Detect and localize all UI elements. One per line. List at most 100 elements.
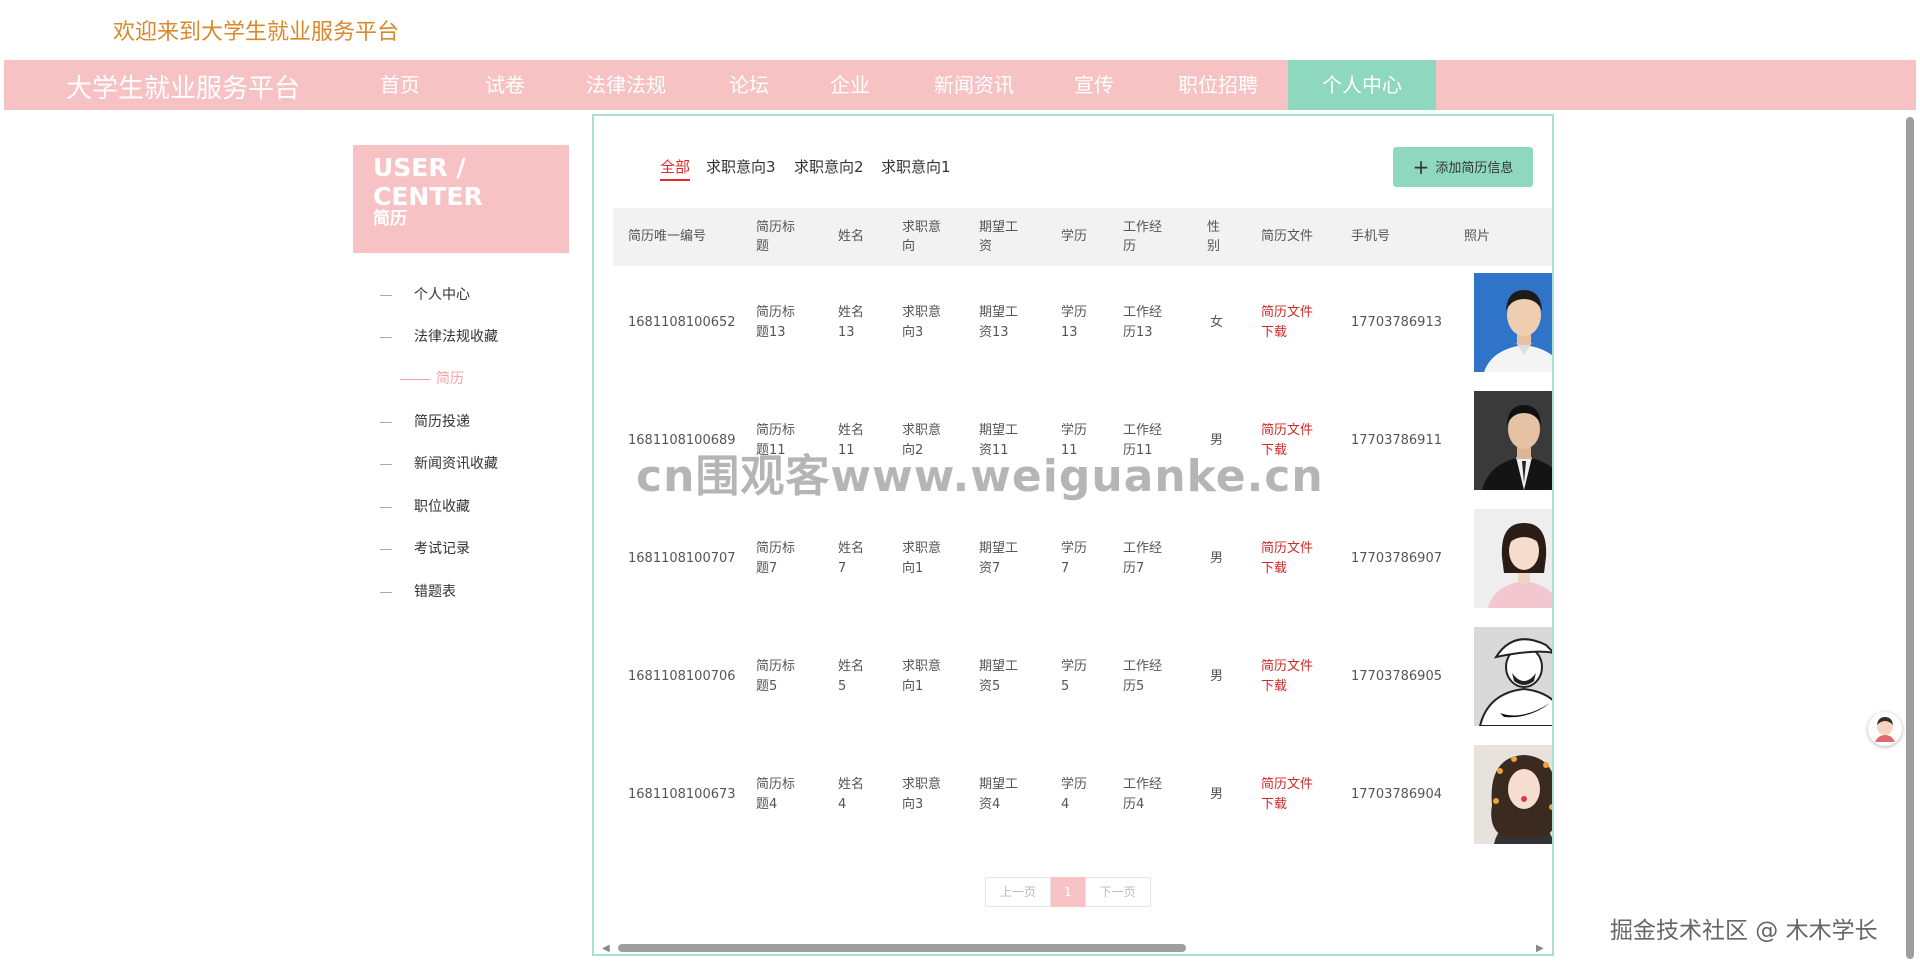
cell-salary: 期望工资13 [979, 305, 1019, 340]
cell-intent: 求职意向1 [902, 541, 942, 576]
cell-title: 简历标题4 [756, 777, 796, 812]
nav-jobs[interactable]: 职位招聘 [1149, 60, 1287, 110]
resume-panel: 全部 求职意向3 求职意向2 求职意向1 + 添加简历信息 简历唯一编号 简历标题… [592, 114, 1554, 956]
next-page-button[interactable]: 下一页 [1084, 877, 1151, 907]
sidebar-item-label: 错题表 [414, 584, 456, 600]
page-1-button[interactable]: 1 [1051, 877, 1085, 907]
vertical-scrollbar[interactable] [1906, 117, 1914, 959]
cell-education: 学历5 [1061, 659, 1088, 694]
cell-phone: 17703786913 [1351, 315, 1442, 330]
sidebar-item-resume[interactable]: 简历 [380, 369, 464, 389]
resume-download-link[interactable]: 简历文件下载 [1261, 303, 1325, 343]
resume-download-link[interactable]: 简历文件下载 [1261, 539, 1325, 579]
dash-icon [400, 378, 430, 380]
cell-name: 姓名7 [838, 541, 865, 576]
dash-icon [380, 548, 392, 550]
col-experience: 工作经历 [1123, 220, 1163, 254]
sidebar-item-user-center[interactable]: 个人中心 [380, 285, 470, 305]
sidebar-item-label: 个人中心 [414, 287, 470, 303]
prev-page-button[interactable]: 上一页 [985, 877, 1052, 907]
cell-salary: 期望工资5 [979, 659, 1019, 694]
nav-law[interactable]: 法律法规 [562, 60, 690, 110]
cell-salary: 期望工资4 [979, 777, 1019, 812]
table-row[interactable]: 1681108100706 简历标题5 姓名5 求职意向1 期望工资5 学历5 … [613, 627, 1552, 727]
tab-intent-3[interactable]: 求职意向3 [706, 156, 776, 177]
scroll-left-icon[interactable]: ◀ [602, 943, 610, 954]
pagination: 上一页 1 下一页 [985, 877, 1151, 907]
sidebar-subtitle: 简历 [373, 209, 407, 229]
sidebar-item-job-favorites[interactable]: 职位收藏 [380, 497, 470, 517]
scroll-right-icon[interactable]: ▶ [1536, 943, 1544, 954]
credit-text: 掘金技术社区 @ 木木学长 [1610, 918, 1878, 944]
dash-icon [380, 294, 392, 296]
tab-intent-1[interactable]: 求职意向1 [881, 156, 951, 177]
cell-id: 1681108100707 [628, 551, 736, 566]
nav-user-center[interactable]: 个人中心 [1288, 60, 1436, 110]
cell-intent: 求职意向1 [902, 659, 942, 694]
sidebar-item-label: 新闻资讯收藏 [414, 456, 498, 472]
table-row[interactable]: 1681108100673 简历标题4 姓名4 求职意向3 期望工资4 学历4 … [613, 745, 1552, 845]
cell-phone: 17703786904 [1351, 787, 1442, 802]
cell-id: 1681108100706 [628, 669, 736, 684]
sidebar-item-label: 法律法规收藏 [414, 329, 498, 345]
col-id: 简历唯一编号 [628, 229, 707, 244]
nav-promo[interactable]: 宣传 [1034, 60, 1154, 110]
cell-gender: 男 [1210, 551, 1224, 566]
brand-title[interactable]: 大学生就业服务平台 [66, 68, 300, 105]
resume-download-link[interactable]: 简历文件下载 [1261, 775, 1325, 815]
nav-news[interactable]: 新闻资讯 [904, 60, 1044, 110]
sidebar-item-news-favorites[interactable]: 新闻资讯收藏 [380, 454, 498, 474]
dash-icon [380, 506, 392, 508]
dash-icon [380, 463, 392, 465]
dash-icon [380, 336, 392, 338]
cell-experience: 工作经历4 [1123, 777, 1163, 812]
cell-phone: 17703786907 [1351, 551, 1442, 566]
photo-cartoon-cap [1474, 627, 1552, 726]
sidebar-item-label: 简历 [436, 371, 464, 387]
cell-name: 姓名5 [838, 659, 865, 694]
tab-all[interactable]: 全部 [660, 156, 691, 181]
table-row[interactable]: 1681108100652 简历标题13 姓名13 求职意向3 期望工资13 学… [613, 273, 1552, 373]
cell-gender: 男 [1210, 787, 1224, 802]
sidebar-item-law-favorites[interactable]: 法律法规收藏 [380, 327, 498, 347]
sidebar-title: USER / CENTER [373, 153, 483, 211]
horizontal-scrollbar[interactable]: ◀ ▶ [596, 942, 1552, 954]
cell-id: 1681108100673 [628, 787, 736, 802]
photo-woman-curly [1474, 745, 1552, 844]
table-row[interactable]: 1681108100707 简历标题7 姓名7 求职意向1 期望工资7 学历7 … [613, 509, 1552, 609]
resume-download-link[interactable]: 简历文件下载 [1261, 657, 1325, 697]
cell-gender: 女 [1210, 315, 1224, 330]
sidebar-item-resume-delivery[interactable]: 简历投递 [380, 412, 470, 432]
watermark-text: cn围观客www.weiguanke.cn [636, 451, 1324, 502]
nav-company[interactable]: 企业 [790, 60, 910, 110]
tab-intent-2[interactable]: 求职意向2 [794, 156, 864, 177]
nav-home[interactable]: 首页 [340, 60, 460, 110]
sidebar-item-exam-records[interactable]: 考试记录 [380, 539, 470, 559]
sidebar-item-wrong-questions[interactable]: 错题表 [380, 582, 456, 602]
sidebar-item-label: 职位收藏 [414, 499, 470, 515]
sidebar-item-label: 考试记录 [414, 541, 470, 557]
col-file: 简历文件 [1261, 229, 1314, 244]
add-resume-button[interactable]: + 添加简历信息 [1393, 147, 1533, 187]
col-name: 姓名 [838, 229, 865, 244]
col-photo: 照片 [1464, 229, 1491, 244]
col-salary: 期望工资 [979, 220, 1019, 254]
cell-name: 姓名13 [838, 305, 865, 340]
cell-gender: 男 [1210, 669, 1224, 684]
cell-phone: 17703786905 [1351, 669, 1442, 684]
photo-woman-pink [1474, 509, 1552, 608]
col-title: 简历标题 [756, 220, 796, 254]
floating-avatar-icon[interactable] [1868, 712, 1902, 746]
cell-intent: 求职意向3 [902, 305, 942, 340]
col-intent: 求职意向 [902, 220, 942, 254]
cell-education: 学历13 [1061, 305, 1088, 340]
cell-salary: 期望工资7 [979, 541, 1019, 576]
table-header: 简历唯一编号 简历标题 姓名 求职意向 期望工资 学历 工作经历 性别 简历文件… [613, 208, 1552, 266]
top-navbar: 大学生就业服务平台 首页 试卷 法律法规 论坛 企业 新闻资讯 宣传 职位招聘 … [4, 60, 1916, 110]
welcome-text: 欢迎来到大学生就业服务平台 [113, 20, 400, 45]
horizontal-scroll-thumb[interactable] [618, 944, 1186, 952]
cell-title: 简历标题7 [756, 541, 796, 576]
add-resume-label: 添加简历信息 [1435, 161, 1514, 176]
nav-exam[interactable]: 试卷 [445, 60, 565, 110]
plus-icon: + [1412, 155, 1430, 179]
